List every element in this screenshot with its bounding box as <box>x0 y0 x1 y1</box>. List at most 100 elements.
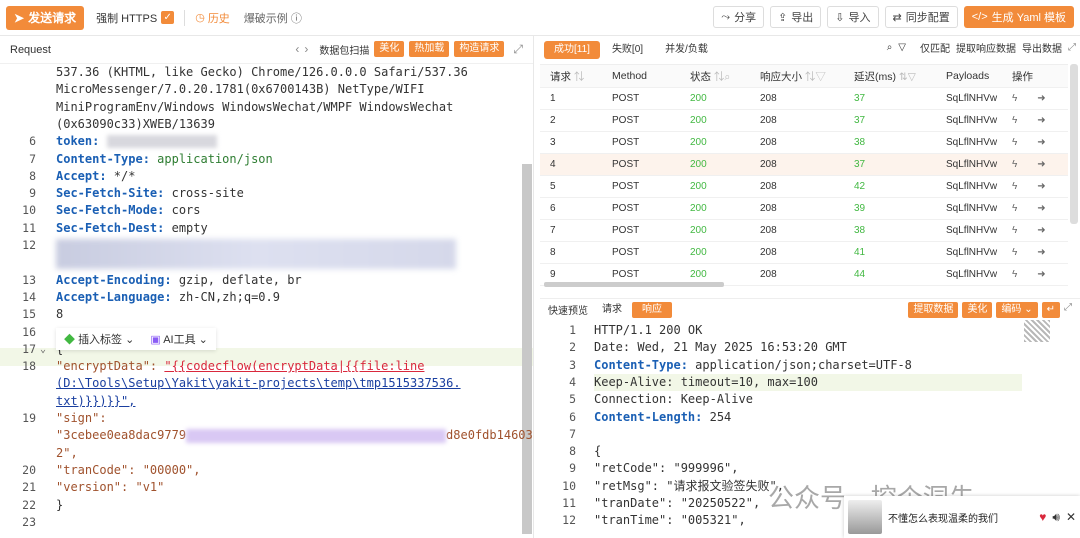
resend-icon[interactable]: ϟ <box>1012 203 1017 214</box>
open-detail-icon[interactable]: ➜ <box>1037 269 1045 280</box>
checkbox-icon[interactable]: ✓ <box>161 11 175 24</box>
cell-id: 3 <box>550 137 556 148</box>
open-detail-icon[interactable]: ➜ <box>1037 93 1045 104</box>
line-number: 16 <box>22 324 36 339</box>
share-button[interactable]: ⤳ 分享 <box>713 6 765 28</box>
ai-tool-button[interactable]: ▣ AI工具 ⌄ <box>150 331 208 347</box>
insert-tag-button[interactable]: ◆ 插入标签 ⌄ <box>64 331 134 347</box>
code-token: Sec-Fetch-Mode: <box>56 203 172 218</box>
code-line: 2 Date: Wed, 21 May 2025 16:53:20 GMT <box>540 339 1060 356</box>
table-row[interactable]: 8 POST 200 208 41 SqLflNHVw ϟ ➜ <box>540 242 1068 264</box>
resend-icon[interactable]: ϟ <box>1012 159 1017 170</box>
encoding-button[interactable]: 编码 ⌄ <box>996 302 1038 318</box>
generate-yaml-button[interactable]: </> 生成 Yaml 模板 <box>963 6 1074 28</box>
chevron-right-icon[interactable]: › <box>304 42 308 56</box>
extract-response-button[interactable]: 提取响应数据 <box>956 40 1016 55</box>
resend-icon[interactable]: ϟ <box>1012 225 1017 236</box>
send-label: 发送请求 <box>28 11 77 25</box>
response-beautify-button[interactable]: 美化 <box>962 302 993 318</box>
cell-status: 200 <box>690 203 707 214</box>
match-only-button[interactable]: 仅匹配 <box>920 40 950 55</box>
demo-link[interactable]: 爆破示例 ⓘ <box>244 10 302 26</box>
cell-id: 4 <box>550 159 556 170</box>
open-detail-icon[interactable]: ➜ <box>1037 137 1045 148</box>
resend-icon[interactable]: ϟ <box>1012 247 1017 258</box>
table-row[interactable]: 2 POST 200 208 37 SqLflNHVw ϟ ➜ <box>540 110 1068 132</box>
col-size[interactable]: 响应大小 ⇅▽ <box>750 69 844 84</box>
tab-concurrency[interactable]: 并发/负载 <box>655 41 718 59</box>
import-label: 导入 <box>848 12 871 24</box>
filter-icon[interactable]: ▽ <box>898 42 906 53</box>
col-method[interactable]: Method <box>602 70 680 82</box>
open-detail-icon[interactable]: ➜ <box>1037 115 1045 126</box>
search-icon[interactable]: ⌕ <box>887 42 893 53</box>
sync-config-button[interactable]: ⇄ 同步配置 <box>884 6 958 28</box>
open-detail-icon[interactable]: ➜ <box>1037 159 1045 170</box>
col-delay[interactable]: 延迟(ms) ⇅▽ <box>844 69 938 84</box>
col-label: 延迟(ms) <box>854 70 896 83</box>
code-token: "tranCode": <box>56 462 143 477</box>
table-row[interactable]: 6 POST 200 208 39 SqLflNHVw ϟ ➜ <box>540 198 1068 220</box>
tab-failed[interactable]: 失败[0] <box>602 41 653 59</box>
construct-request-button[interactable]: 构造请求 <box>454 41 505 57</box>
col-payloads[interactable]: Payloads <box>938 70 1006 82</box>
request-scrollbar[interactable] <box>522 164 532 534</box>
code-line: 21 "version": "v1" <box>0 479 520 496</box>
import-button[interactable]: ⇩ 导入 <box>827 6 879 28</box>
heart-icon[interactable]: ♥ <box>1039 510 1046 525</box>
sort-icon[interactable]: ⇅⌕ <box>714 71 730 83</box>
cell-method: POST <box>612 269 640 280</box>
send-request-button[interactable]: ➤ 发送请求 <box>6 5 85 30</box>
code-token: Content-Type: <box>56 151 158 166</box>
volume-icon[interactable]: 🔊︎ <box>1052 510 1060 525</box>
table-row[interactable]: 4 POST 200 208 37 SqLflNHVw ϟ ➜ <box>540 154 1068 176</box>
resend-icon[interactable]: ϟ <box>1012 181 1017 192</box>
open-detail-icon[interactable]: ➜ <box>1037 225 1045 236</box>
export-data-button[interactable]: 导出数据 <box>1022 40 1062 55</box>
table-hscrollbar[interactable] <box>544 282 724 287</box>
packet-scan-button[interactable]: 数据包扫描 <box>319 42 369 57</box>
expand-icon[interactable]: ⤢ <box>513 42 523 57</box>
hot-load-button[interactable]: 热加载 <box>409 41 450 57</box>
history-button[interactable]: ◷ 历史 <box>195 10 230 26</box>
expand-icon[interactable]: ⤢ <box>1068 42 1076 53</box>
sort-icon[interactable]: ⇅ <box>574 71 585 83</box>
resend-icon[interactable]: ϟ <box>1012 137 1017 148</box>
col-status[interactable]: 状态 ⇅⌕ <box>680 69 750 84</box>
open-detail-icon[interactable]: ➜ <box>1037 247 1045 258</box>
resend-icon[interactable]: ϟ <box>1012 93 1017 104</box>
line-number: 12 <box>22 238 36 252</box>
expand-icon[interactable]: ⤢ <box>1064 302 1072 318</box>
export-button[interactable]: ⇪ 导出 <box>770 6 822 28</box>
tab-success[interactable]: 成功[11] <box>544 41 600 59</box>
request-editor[interactable]: 537.36 (KHTML, like Gecko) Chrome/126.0.… <box>0 64 533 538</box>
col-request[interactable]: 请求 ⇅ <box>540 69 602 84</box>
wrap-icon[interactable]: ↵ <box>1041 302 1060 318</box>
extract-data-button[interactable]: 提取数据 <box>908 302 959 318</box>
code-text: Content-Type: application/json <box>56 151 273 168</box>
table-row[interactable]: 3 POST 200 208 38 SqLflNHVw ϟ ➜ <box>540 132 1068 154</box>
fold-icon[interactable]: ⌄ <box>40 341 46 358</box>
close-icon[interactable]: ✕ <box>1066 510 1076 525</box>
open-detail-icon[interactable]: ➜ <box>1037 203 1045 214</box>
open-detail-icon[interactable]: ➜ <box>1037 181 1045 192</box>
line-number: 19 <box>22 411 36 425</box>
sort-icon[interactable]: ⇅▽ <box>899 71 916 83</box>
table-row[interactable]: 1 POST 200 208 37 SqLflNHVw ϟ ➜ <box>540 88 1068 110</box>
tab-response[interactable]: 响应 <box>632 301 672 318</box>
table-row[interactable]: 7 POST 200 208 38 SqLflNHVw ϟ ➜ <box>540 220 1068 242</box>
cell-method: POST <box>612 225 640 236</box>
sort-icon[interactable]: ⇅▽ <box>805 71 826 83</box>
tab-request[interactable]: 请求 <box>592 302 632 318</box>
force-https-toggle[interactable]: 强制 HTTPS ✓ <box>96 10 175 26</box>
chevron-left-icon[interactable]: ‹ <box>295 42 299 56</box>
resend-icon[interactable]: ϟ <box>1012 115 1017 126</box>
beautify-button[interactable]: 美化 <box>374 41 405 57</box>
table-row[interactable]: 5 POST 200 208 42 SqLflNHVw ϟ ➜ <box>540 176 1068 198</box>
resend-icon[interactable]: ϟ <box>1012 269 1017 280</box>
send-icon: ➤ <box>14 10 25 25</box>
music-player[interactable]: 不懂怎么表现温柔的我们 ♥ 🔊︎ ✕ <box>844 496 1080 538</box>
row-actions: ϟ ➜ <box>1006 269 1066 280</box>
table-scrollbar[interactable] <box>1070 64 1078 224</box>
cell-delay: 38 <box>854 137 866 148</box>
